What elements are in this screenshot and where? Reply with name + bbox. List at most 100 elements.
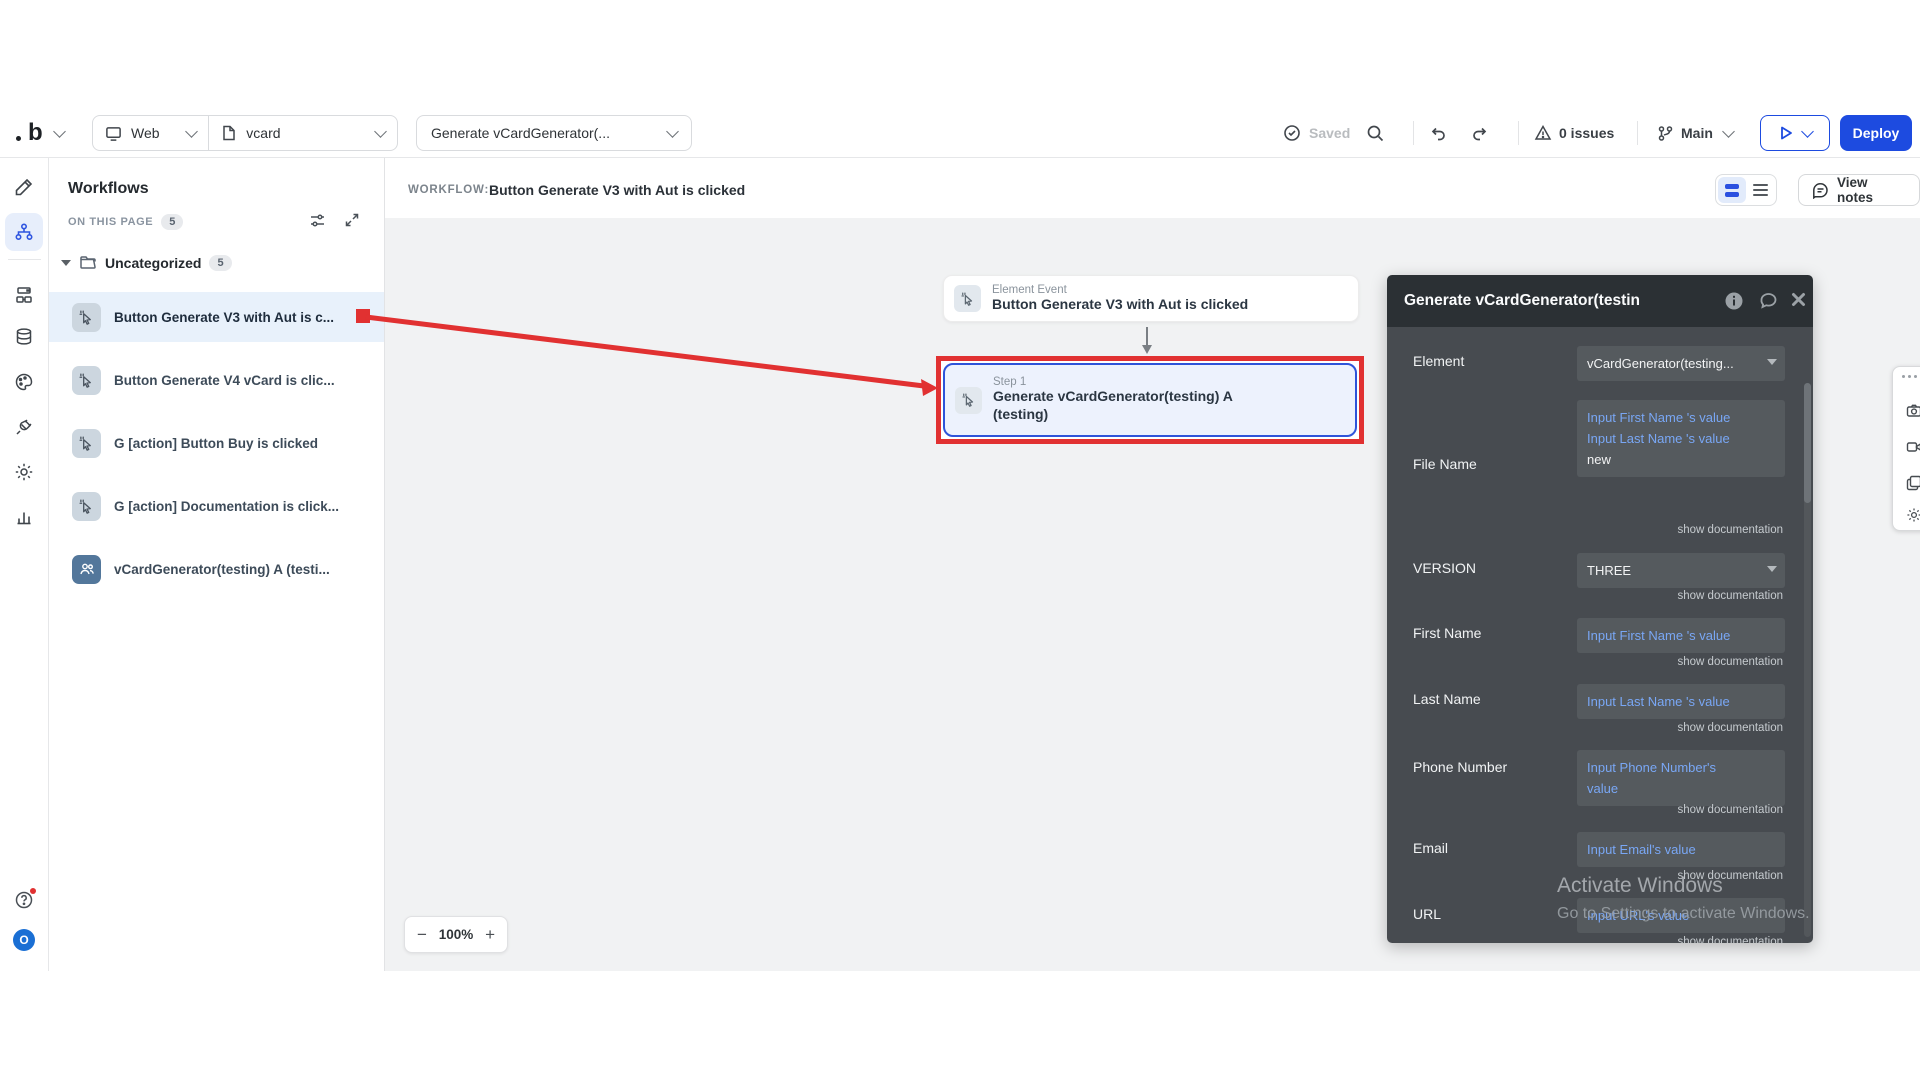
settings-gear-icon[interactable] bbox=[14, 462, 34, 482]
caret-down-icon bbox=[61, 260, 71, 266]
zoom-out-button[interactable]: − bbox=[417, 926, 427, 943]
styles-palette-icon[interactable] bbox=[15, 373, 34, 392]
show-documentation-link[interactable]: show documentation bbox=[1678, 524, 1783, 536]
action-icon bbox=[955, 387, 982, 414]
gear-icon[interactable] bbox=[1906, 507, 1920, 523]
panel-scrollbar[interactable] bbox=[1804, 383, 1811, 937]
on-this-page-label: ON THIS PAGE bbox=[68, 216, 153, 228]
drag-handle-icon[interactable] bbox=[1902, 375, 1917, 378]
click-event-icon bbox=[954, 285, 981, 312]
hamburger-icon bbox=[1753, 184, 1768, 186]
expand-icon[interactable] bbox=[344, 212, 360, 228]
field-label: Last Name bbox=[1413, 691, 1481, 707]
workflow-selector-dropdown[interactable]: Generate vCardGenerator(... bbox=[416, 115, 692, 151]
issues-count: 0 issues bbox=[1559, 125, 1614, 141]
comment-icon[interactable] bbox=[1758, 291, 1779, 311]
element-dropdown[interactable]: vCardGenerator(testing... bbox=[1577, 346, 1785, 381]
undo-button[interactable] bbox=[1428, 108, 1447, 158]
design-pencil-icon[interactable] bbox=[15, 178, 34, 197]
chevron-down-icon bbox=[53, 125, 66, 138]
search-button[interactable] bbox=[1366, 108, 1385, 158]
chevron-down-icon bbox=[185, 125, 198, 138]
dynamic-expression[interactable]: Input First Name 's value bbox=[1587, 625, 1775, 646]
workflow-list-item[interactable]: G [action] Documentation is click... bbox=[49, 481, 384, 531]
field-label: Element bbox=[1413, 353, 1464, 369]
close-icon[interactable] bbox=[1790, 291, 1807, 308]
layers-icon[interactable] bbox=[1906, 475, 1920, 491]
step-card-title: Generate vCardGenerator(testing) A (test… bbox=[993, 388, 1232, 422]
platform-dropdown[interactable]: Web bbox=[93, 116, 208, 150]
hamburger-icon bbox=[1753, 189, 1768, 191]
canvas-header: WORKFLOW: Button Generate V3 with Aut is… bbox=[385, 158, 1920, 218]
click-event-icon bbox=[72, 429, 101, 458]
plugins-plug-icon[interactable] bbox=[15, 418, 34, 437]
show-documentation-link[interactable]: show documentation bbox=[1678, 870, 1783, 882]
first-name-expression[interactable]: Input First Name 's value bbox=[1577, 618, 1785, 653]
dynamic-expression[interactable]: Input Phone Number's value bbox=[1587, 757, 1737, 799]
redo-icon bbox=[1471, 124, 1490, 143]
preview-run-button[interactable] bbox=[1760, 115, 1830, 151]
file-name-expression[interactable]: Input First Name 's value Input Last Nam… bbox=[1577, 400, 1785, 477]
element-dropdown-value: vCardGenerator(testing... bbox=[1587, 356, 1734, 371]
list-view-toggle[interactable] bbox=[1746, 177, 1774, 203]
page-dropdown[interactable]: vcard bbox=[208, 116, 397, 150]
zoom-level: 100% bbox=[439, 927, 474, 942]
help-icon[interactable] bbox=[14, 890, 34, 910]
app-menu[interactable]: b bbox=[16, 108, 64, 158]
show-documentation-link[interactable]: show documentation bbox=[1678, 656, 1783, 668]
dynamic-expression[interactable]: Input Email's value bbox=[1587, 839, 1775, 860]
zoom-in-button[interactable]: + bbox=[485, 926, 495, 943]
view-toggle-group bbox=[1715, 174, 1777, 206]
view-notes-button[interactable]: View notes bbox=[1798, 174, 1920, 206]
properties-panel-header[interactable]: Generate vCardGenerator(testin bbox=[1387, 275, 1813, 327]
people-icon bbox=[72, 555, 101, 584]
left-nav-rail: O bbox=[0, 158, 49, 971]
click-event-icon bbox=[72, 303, 101, 332]
rows-icon bbox=[1725, 184, 1739, 189]
field-label: First Name bbox=[1413, 625, 1481, 641]
issues-button[interactable]: 0 issues bbox=[1534, 108, 1614, 158]
filter-sliders-icon[interactable] bbox=[309, 212, 326, 229]
phone-expression[interactable]: Input Phone Number's value bbox=[1577, 750, 1785, 806]
rail-divider bbox=[8, 259, 41, 260]
video-camera-icon[interactable] bbox=[1906, 439, 1920, 455]
branch-dropdown[interactable]: Main bbox=[1657, 108, 1733, 158]
event-card[interactable]: Element Event Button Generate V3 with Au… bbox=[943, 275, 1359, 322]
camera-icon[interactable] bbox=[1906, 403, 1920, 419]
chevron-down-icon bbox=[1767, 566, 1777, 572]
toolbar-divider bbox=[1518, 121, 1519, 145]
dynamic-expression[interactable]: Input URL's value bbox=[1587, 905, 1775, 926]
dynamic-expression[interactable]: Input Last Name 's value bbox=[1587, 691, 1775, 712]
show-documentation-link[interactable]: show documentation bbox=[1678, 936, 1783, 943]
redo-button[interactable] bbox=[1471, 108, 1490, 158]
deploy-button[interactable]: Deploy bbox=[1840, 115, 1912, 151]
rows-icon bbox=[1725, 192, 1739, 197]
url-expression[interactable]: Input URL's value bbox=[1577, 898, 1785, 933]
step-card[interactable]: Step 1 Generate vCardGenerator(testing) … bbox=[943, 363, 1357, 437]
show-documentation-link[interactable]: show documentation bbox=[1678, 722, 1783, 734]
version-dropdown[interactable]: THREE bbox=[1577, 553, 1785, 588]
data-database-icon[interactable] bbox=[15, 328, 34, 347]
scrollbar-thumb[interactable] bbox=[1804, 383, 1811, 503]
info-icon[interactable] bbox=[1724, 291, 1744, 311]
workflow-header-value: Button Generate V3 with Aut is clicked bbox=[489, 182, 745, 198]
dynamic-expression[interactable]: Input First Name 's value bbox=[1587, 407, 1775, 428]
workflow-list-item[interactable]: Button Generate V4 vCard is clic... bbox=[49, 355, 384, 405]
last-name-expression[interactable]: Input Last Name 's value bbox=[1577, 684, 1785, 719]
user-avatar[interactable]: O bbox=[13, 929, 35, 951]
action-properties-panel: Generate vCardGenerator(testin Element v… bbox=[1387, 275, 1813, 943]
undo-icon bbox=[1428, 124, 1447, 143]
card-view-toggle[interactable] bbox=[1718, 177, 1746, 203]
reusable-elements-icon[interactable] bbox=[14, 285, 34, 305]
folder-uncategorized[interactable]: Uncategorized 5 bbox=[61, 254, 232, 272]
workflow-list-item[interactable]: Button Generate V3 with Aut is c... bbox=[49, 292, 384, 342]
workflow-list-item[interactable]: G [action] Button Buy is clicked bbox=[49, 418, 384, 468]
workflow-list-item[interactable]: vCardGenerator(testing) A (testi... bbox=[49, 544, 384, 594]
email-expression[interactable]: Input Email's value bbox=[1577, 832, 1785, 867]
workflow-tab-icon[interactable] bbox=[5, 213, 43, 251]
show-documentation-link[interactable]: show documentation bbox=[1678, 590, 1783, 602]
dynamic-expression[interactable]: Input Last Name 's value bbox=[1587, 428, 1775, 449]
logs-chart-icon[interactable] bbox=[15, 508, 34, 527]
show-documentation-link[interactable]: show documentation bbox=[1678, 804, 1783, 816]
workflow-item-label: G [action] Documentation is click... bbox=[114, 499, 339, 514]
